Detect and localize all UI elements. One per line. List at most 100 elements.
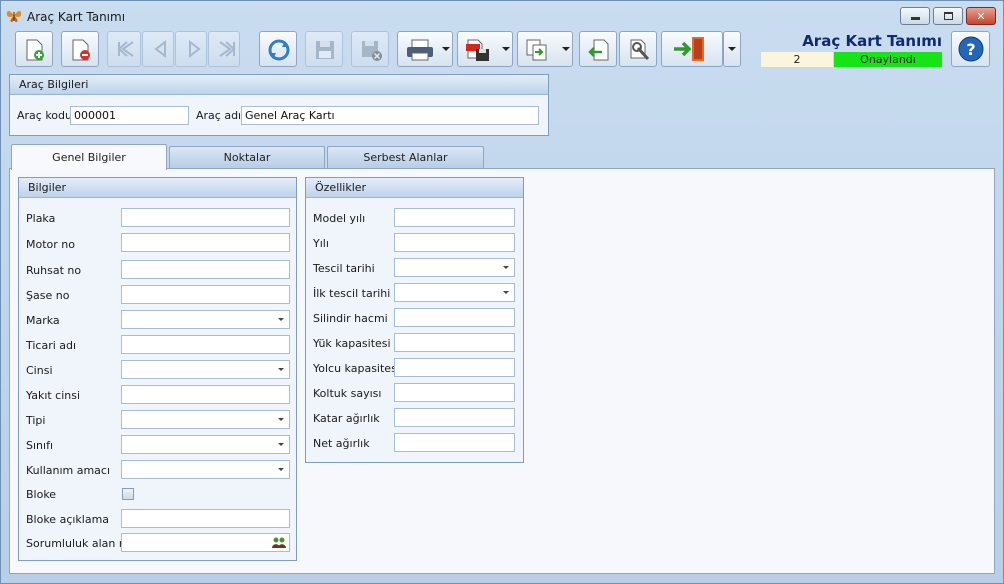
chevron-down-icon — [503, 291, 509, 294]
svg-text:?: ? — [966, 40, 975, 59]
maximize-button[interactable] — [933, 7, 963, 25]
tab-noktalar[interactable]: Noktalar — [169, 146, 325, 168]
yili-input[interactable] — [394, 233, 515, 252]
refresh-icon — [268, 39, 290, 61]
vehicle-name-input[interactable]: Genel Araç Kartı — [241, 106, 539, 125]
model-yili-label: Model yılı — [313, 212, 366, 225]
cinsi-select[interactable] — [121, 360, 290, 379]
pdf-export-icon — [466, 39, 489, 61]
cinsi-label: Cinsi — [26, 364, 53, 377]
motor-no-input[interactable] — [121, 233, 290, 252]
settings-icon — [630, 39, 650, 61]
yolcu-kapasitesi-input[interactable] — [394, 358, 515, 377]
tipi-label: Tipi — [26, 414, 46, 427]
marka-select[interactable] — [121, 310, 290, 329]
chevron-down-icon — [278, 418, 284, 421]
first-record-icon — [117, 41, 134, 57]
chevron-down-icon — [278, 443, 284, 446]
tab-genel-bilgiler[interactable]: Genel Bilgiler — [11, 144, 167, 170]
tab-content: Bilgiler Plaka Motor no Ruhsat no Şase n… — [9, 168, 995, 574]
minimize-button[interactable] — [900, 7, 930, 25]
yuk-kapasitesi-label: Yük kapasitesi — [313, 337, 391, 350]
sase-no-label: Şase no — [26, 289, 70, 302]
help-button[interactable]: ? — [951, 31, 990, 67]
new-button[interactable] — [15, 31, 53, 67]
previous-record-icon — [154, 39, 166, 59]
yakit-cinsi-input[interactable] — [121, 385, 290, 404]
save-cancel-button[interactable] — [351, 31, 389, 67]
ozellikler-title: Özellikler — [306, 178, 523, 198]
exit-door-icon — [674, 37, 704, 61]
ticari-adi-input[interactable] — [121, 335, 290, 354]
koltuk-sayisi-label: Koltuk sayısı — [313, 387, 382, 400]
application-window: Araç Kart Tanımı ✕ Araç Kart Tanımı 2 On… — [0, 0, 1004, 584]
sinifi-select[interactable] — [121, 435, 290, 454]
vehicle-info-title: Araç Bilgileri — [10, 75, 548, 95]
plaka-label: Plaka — [26, 212, 56, 225]
chevron-down-icon — [442, 47, 450, 51]
chevron-down-icon — [562, 47, 570, 51]
model-yili-input[interactable] — [394, 208, 515, 227]
import-button[interactable] — [579, 31, 617, 67]
exit-menu-button[interactable] — [723, 31, 741, 67]
copy-icon — [526, 39, 547, 61]
vehicle-code-label: Araç kodu — [17, 109, 72, 122]
last-record-button[interactable] — [208, 31, 240, 67]
net-agirlik-input[interactable] — [394, 433, 515, 452]
chevron-down-icon — [278, 368, 284, 371]
close-button[interactable]: ✕ — [966, 7, 996, 25]
last-record-icon — [219, 41, 236, 57]
status-badge: Onaylandı — [834, 52, 942, 67]
refresh-button[interactable] — [259, 31, 297, 67]
settings-button[interactable] — [619, 31, 657, 67]
ilk-tescil-tarihi-label: İlk tescil tarihi — [313, 287, 391, 300]
kullanim-amaci-select[interactable] — [121, 460, 290, 479]
ilk-tescil-tarihi-select[interactable] — [394, 283, 515, 302]
ruhsat-no-label: Ruhsat no — [26, 264, 82, 277]
yuk-kapasitesi-input[interactable] — [394, 333, 515, 352]
bloke-aciklama-input[interactable] — [121, 509, 290, 528]
previous-record-button[interactable] — [142, 31, 174, 67]
tescil-tarihi-select[interactable] — [394, 258, 515, 277]
first-record-button[interactable] — [107, 31, 141, 67]
bilgiler-title: Bilgiler — [19, 178, 296, 198]
save-button[interactable] — [305, 31, 343, 67]
tab-serbest-alanlar[interactable]: Serbest Alanlar — [327, 146, 484, 168]
print-icon — [407, 39, 433, 61]
bloke-checkbox[interactable] — [122, 488, 134, 500]
chevron-down-icon — [502, 47, 510, 51]
user-lookup-icon[interactable] — [272, 537, 286, 549]
copy-button[interactable] — [517, 31, 573, 67]
sorumluluk-alan-no-input[interactable] — [121, 533, 290, 552]
exit-button[interactable] — [661, 31, 723, 67]
silindir-hacmi-input[interactable] — [394, 308, 515, 327]
title-bar: Araç Kart Tanımı ✕ — [1, 1, 1003, 31]
save-icon — [316, 41, 334, 59]
vehicle-code-input[interactable]: 000001 — [70, 106, 189, 125]
bloke-label: Bloke — [26, 488, 57, 501]
tescil-tarihi-label: Tescil tarihi — [313, 262, 375, 275]
delete-button[interactable] — [61, 31, 99, 67]
help-icon: ? — [958, 36, 984, 62]
ticari-adi-label: Ticari adı — [26, 339, 77, 352]
import-icon — [588, 39, 609, 61]
tipi-select[interactable] — [121, 410, 290, 429]
yakit-cinsi-label: Yakıt cinsi — [26, 389, 81, 402]
print-button[interactable] — [397, 31, 453, 67]
katar-agirlik-input[interactable] — [394, 408, 515, 427]
chevron-down-icon — [278, 318, 284, 321]
sinifi-label: Sınıfı — [26, 439, 53, 452]
pdf-export-button[interactable] — [457, 31, 513, 67]
plaka-input[interactable] — [121, 208, 290, 227]
yili-label: Yılı — [313, 237, 329, 250]
net-agirlik-label: Net ağırlık — [313, 437, 370, 450]
chevron-down-icon — [278, 468, 284, 471]
delete-document-icon — [72, 39, 90, 61]
motor-no-label: Motor no — [26, 238, 75, 251]
ruhsat-no-input[interactable] — [121, 260, 290, 279]
close-icon: ✕ — [976, 9, 986, 23]
sase-no-input[interactable] — [121, 285, 290, 304]
ozellikler-group: Özellikler Model yılı Yılı Tescil tarihi… — [305, 177, 524, 463]
next-record-button[interactable] — [175, 31, 207, 67]
koltuk-sayisi-input[interactable] — [394, 383, 515, 402]
